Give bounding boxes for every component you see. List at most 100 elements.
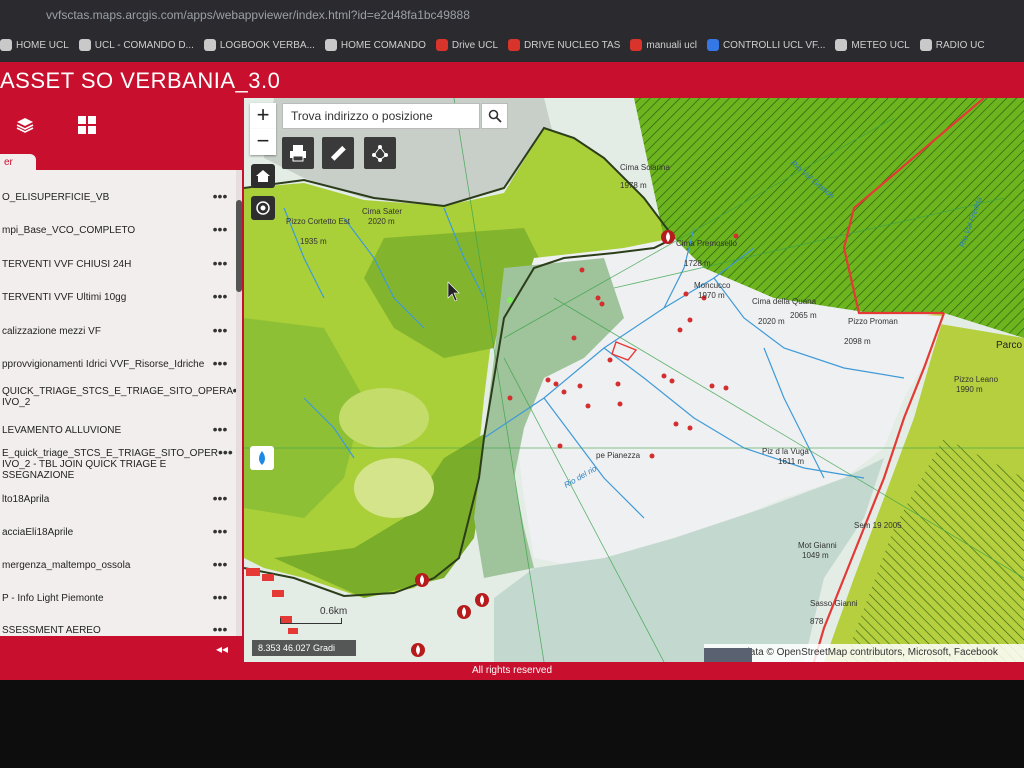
attribution-toggle[interactable]: [704, 648, 752, 662]
bookmark-manuali[interactable]: manuali ucl: [630, 39, 697, 51]
globe-icon: [919, 39, 932, 51]
map-label: 1049 m: [802, 551, 829, 560]
water-drop-icon: [259, 451, 265, 465]
layer-row[interactable]: mpi_Base_VCO_COMPLETO •••: [0, 222, 232, 236]
draw-button[interactable]: [364, 137, 396, 169]
print-icon: [290, 145, 306, 162]
layer-list: O_ELISUPERFICIE_VB ••• mpi_Base_VCO_COMPL…: [0, 170, 236, 636]
map-label: 1970 m: [698, 291, 725, 300]
locate-button[interactable]: [251, 196, 275, 220]
map-label: 2020 m: [368, 217, 395, 226]
layer-row[interactable]: LEVAMENTO ALLUVIONE •••: [0, 422, 232, 436]
map-label: Pizzo Leano: [954, 375, 999, 384]
layer-row[interactable]: acciaEli18Aprile •••: [0, 524, 232, 538]
page-icon: [835, 39, 848, 51]
bookmark-controlli[interactable]: CONTROLLI UCL VF...: [706, 39, 825, 51]
bookmark-logbook[interactable]: LOGBOOK VERBA...: [203, 39, 315, 51]
map-label: 1990 m: [956, 385, 983, 394]
layer-row[interactable]: QUICK_TRIAGE_STCS_E_TRIAGE_SITO_OPERA IV…: [0, 383, 236, 408]
drive-icon: [435, 39, 448, 51]
layer-menu-button[interactable]: •••: [208, 189, 232, 203]
sidebar-toolbar: [0, 100, 244, 150]
map-label: 1978 m: [620, 181, 647, 190]
locate-icon: [256, 201, 270, 215]
layer-menu-button[interactable]: •••: [208, 222, 232, 236]
layer-row[interactable]: SSESSMENT AEREO •••: [0, 622, 232, 636]
ruler-icon: [330, 145, 346, 161]
layer-row[interactable]: E_quick_triage_STCS_E_TRIAGE_SITO_OPER I…: [0, 445, 233, 481]
layer-menu-button[interactable]: •••: [208, 590, 232, 604]
map-label: Pizzo Cortetto Est: [286, 217, 351, 226]
layer-menu-button[interactable]: •••: [208, 323, 232, 337]
map-label: Parco: [996, 340, 1023, 351]
map-label: Moncucco: [694, 281, 731, 290]
map-canvas[interactable]: Cima Sciarina 1978 m Pizzo Cortetto Est …: [244, 98, 1024, 662]
map-label: 1728 m: [684, 259, 711, 268]
bookmark-drive-ucl[interactable]: Drive UCL: [435, 39, 498, 51]
layer-menu-button[interactable]: •••: [208, 422, 232, 436]
layer-menu-button[interactable]: •••: [218, 445, 233, 459]
bookmark-meteo[interactable]: METEO UCL: [835, 39, 910, 51]
page-icon: [324, 39, 337, 51]
layer-menu-button[interactable]: •••: [208, 289, 232, 303]
map-label: Mot Gianni: [798, 541, 837, 550]
scale-label: 0.6km: [320, 606, 348, 617]
search-input[interactable]: Trova indirizzo o posizione: [282, 103, 480, 129]
water-resources-button[interactable]: [250, 446, 274, 470]
layer-menu-button[interactable]: •••: [208, 622, 232, 636]
home-button[interactable]: [251, 164, 275, 188]
layer-menu-button[interactable]: •••: [208, 356, 232, 370]
scrollbar-thumb[interactable]: [236, 200, 242, 292]
drive-icon: [630, 39, 643, 51]
layer-row[interactable]: calizzazione mezzi VF •••: [0, 323, 232, 337]
layer-menu-button[interactable]: •••: [208, 557, 232, 571]
layer-row[interactable]: TERVENTI VVF Ultimi 10gg •••: [0, 289, 232, 303]
map-label: 1611 m: [778, 457, 804, 466]
map-label: pe Pianezza: [596, 451, 641, 460]
map-label: Cima Sciarina: [620, 163, 670, 172]
sidebar-footer: [0, 636, 244, 662]
drive-icon: [508, 39, 521, 51]
map-label: Sem 19 2005: [854, 521, 902, 530]
layer-row[interactable]: O_ELISUPERFICIE_VB •••: [0, 189, 232, 203]
basemap-gallery-icon[interactable]: [76, 114, 98, 136]
bookmark-ucl-comando[interactable]: UCL - COMANDO D...: [78, 39, 194, 51]
bookmark-drive-nucleo[interactable]: DRIVE NUCLEO TAS: [508, 39, 620, 51]
map-label: 2065 m: [790, 311, 817, 320]
page-icon: [203, 39, 216, 51]
map-label: Sasso Gianni: [810, 599, 858, 608]
map-label: 2020 m: [758, 317, 785, 326]
search-button[interactable]: [481, 103, 508, 129]
bookmark-radio[interactable]: RADIO UC: [919, 39, 985, 51]
zoom-out-button[interactable]: −: [250, 129, 276, 155]
layer-row[interactable]: mergenza_maltempo_ossola •••: [0, 557, 232, 571]
url-bar[interactable]: vvfsctas.maps.arcgis.com/apps/webappview…: [0, 0, 1024, 30]
map-label: Cima della Quana: [752, 297, 817, 306]
collapse-sidebar-button[interactable]: ◂◂: [216, 642, 228, 656]
map-label: Pizzo Proman: [848, 317, 898, 326]
home-icon: [256, 170, 270, 182]
coordinates-readout: 8.353 46.027 Gradi: [252, 640, 356, 656]
page-icon: [78, 39, 91, 51]
layer-row[interactable]: TERVENTI VVF CHIUSI 24H •••: [0, 256, 232, 270]
app-footer: All rights reserved: [0, 662, 1024, 680]
map-label: Piz d la Vuga: [762, 447, 809, 456]
layer-row[interactable]: P - Info Light Piemonte •••: [0, 590, 232, 604]
layer-menu-button[interactable]: •••: [208, 524, 232, 538]
layer-menu-button[interactable]: •••: [208, 491, 232, 505]
map-label: 878: [810, 617, 824, 626]
measure-button[interactable]: [322, 137, 354, 169]
map-label: 2098 m: [844, 337, 871, 346]
print-button[interactable]: [282, 137, 314, 169]
layer-row[interactable]: pprovvigionamenti Idrici VVF_Risorse_Idr…: [0, 356, 232, 370]
layers-icon[interactable]: [14, 114, 36, 136]
map-label: Cima Premosello: [676, 239, 737, 248]
search-icon: [488, 109, 502, 123]
layer-row[interactable]: lto18Aprila •••: [0, 491, 232, 505]
bookmark-home-ucl[interactable]: HOME UCL: [0, 39, 69, 51]
layer-menu-button[interactable]: •••: [208, 256, 232, 270]
zoom-in-button[interactable]: +: [250, 103, 276, 129]
bookmark-home-comando[interactable]: HOME COMANDO: [324, 39, 426, 51]
draw-icon: [372, 145, 388, 162]
map-view[interactable]: Cima Sciarina 1978 m Pizzo Cortetto Est …: [244, 98, 1024, 662]
